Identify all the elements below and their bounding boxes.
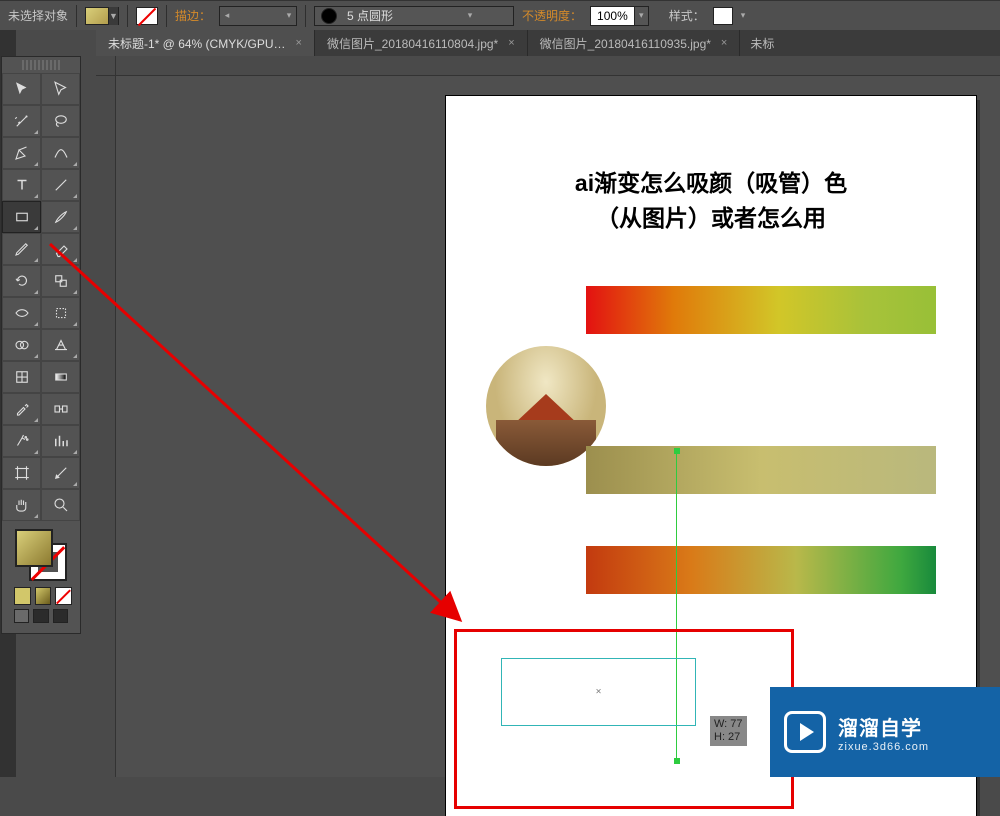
screen-mode-full[interactable]	[33, 609, 48, 623]
style-swatch[interactable]	[713, 7, 733, 25]
width-tool[interactable]	[2, 297, 41, 329]
column-graph-tool[interactable]	[41, 425, 80, 457]
watermark-badge: 溜溜自学 zixue.3d66.com	[770, 687, 1000, 777]
center-mark-icon: ×	[596, 687, 602, 698]
pencil-tool[interactable]	[2, 233, 41, 265]
measurement-tooltip: W: 77 H: 27	[710, 716, 747, 746]
brush-combo[interactable]: ▾	[314, 6, 514, 26]
gradient-sample-1[interactable]	[586, 286, 936, 334]
selection-state-label: 未选择对象	[8, 7, 68, 24]
magic-wand-tool[interactable]	[2, 105, 41, 137]
screen-mode-presentation[interactable]	[53, 609, 68, 623]
tab-untitled-1[interactable]: 未标题-1* @ 64% (CMYK/GPU… ×	[96, 30, 315, 56]
scale-tool[interactable]	[41, 265, 80, 297]
color-mode-gradient[interactable]	[35, 587, 52, 605]
eyedropper-tool[interactable]	[2, 393, 41, 425]
options-bar: 未选择对象 ▼ 描边： ◂ ▾ ▾ 不透明度： 100% ▾ 样式： ▾	[0, 0, 1000, 30]
stroke-label: 描边：	[175, 7, 211, 24]
fill-swatch[interactable]: ▼	[85, 7, 119, 25]
type-tool[interactable]	[2, 169, 41, 201]
opacity-value: 100%	[591, 9, 634, 23]
perspective-tool[interactable]	[41, 329, 80, 361]
close-icon[interactable]: ×	[721, 37, 727, 49]
opacity-label: 不透明度：	[522, 7, 582, 24]
gradient-tool[interactable]	[41, 361, 80, 393]
stroke-weight-combo[interactable]: ◂ ▾	[219, 6, 297, 26]
color-mode-solid[interactable]	[14, 587, 31, 605]
caret-down-icon[interactable]: ▾	[463, 7, 477, 25]
caret-down-icon[interactable]: ▾	[741, 10, 746, 21]
mesh-tool[interactable]	[2, 361, 41, 393]
eraser-tool[interactable]	[41, 233, 80, 265]
close-icon[interactable]: ×	[296, 37, 302, 49]
ruler-horizontal[interactable]	[116, 56, 1000, 76]
separator	[166, 5, 167, 27]
artboard-tool[interactable]	[2, 457, 41, 489]
color-mode-none[interactable]	[55, 587, 72, 605]
document-tabs-bar: 未标题-1* @ 64% (CMYK/GPU… × 微信图片_201804161…	[96, 30, 1000, 56]
close-icon[interactable]: ×	[508, 37, 514, 49]
panel-grip[interactable]	[22, 60, 60, 70]
shape-builder-tool[interactable]	[2, 329, 41, 361]
tab-label: 微信图片_20180416110804.jpg*	[327, 35, 498, 52]
blend-tool[interactable]	[41, 393, 80, 425]
lasso-tool[interactable]	[41, 105, 80, 137]
separator	[305, 5, 306, 27]
stroke-none-swatch[interactable]	[136, 7, 158, 25]
ruler-origin[interactable]	[96, 56, 116, 76]
rectangle-tool[interactable]	[2, 201, 41, 233]
color-controls	[2, 521, 80, 633]
opacity-combo[interactable]: 100% ▾	[590, 6, 649, 26]
style-label: 样式：	[669, 7, 705, 24]
brush-value-input[interactable]	[343, 9, 463, 23]
hand-tool[interactable]	[2, 489, 41, 521]
symbol-sprayer-tool[interactable]	[2, 425, 41, 457]
brush-dot-icon	[321, 8, 337, 24]
fill-color-box[interactable]	[15, 529, 53, 567]
gradient-sample-3[interactable]	[586, 546, 936, 594]
slice-tool[interactable]	[41, 457, 80, 489]
watermark-url: zixue.3d66.com	[838, 741, 929, 753]
tab-image-2[interactable]: 微信图片_20180416110935.jpg* ×	[528, 30, 741, 56]
stroke-weight-input[interactable]	[234, 9, 282, 23]
separator	[76, 5, 77, 27]
rotate-tool[interactable]	[2, 265, 41, 297]
fill-stroke-indicator[interactable]	[15, 529, 67, 581]
watermark-title: 溜溜自学	[838, 712, 929, 741]
tab-image-1[interactable]: 微信图片_20180416110804.jpg* ×	[315, 30, 528, 56]
direct-selection-tool[interactable]	[41, 73, 80, 105]
stepper-icon[interactable]: ◂	[220, 7, 234, 25]
paintbrush-tool[interactable]	[41, 201, 80, 233]
building-wall-shape	[496, 420, 596, 466]
caret-down-icon[interactable]: ▾	[282, 7, 296, 25]
artwork-title-text: ai渐变怎么吸颜（吸管）色 （从图片）或者怎么用	[486, 166, 936, 235]
drawing-rectangle[interactable]: ×	[501, 658, 696, 726]
curvature-tool[interactable]	[41, 137, 80, 169]
line-tool[interactable]	[41, 169, 80, 201]
tool-grid	[2, 73, 80, 521]
caret-down-icon[interactable]: ▾	[634, 7, 648, 25]
play-icon	[784, 711, 826, 753]
canvas-area[interactable]: ai渐变怎么吸颜（吸管）色 （从图片）或者怎么用 × W: 77 H: 27	[96, 56, 1000, 777]
tools-panel	[1, 56, 81, 634]
free-transform-tool[interactable]	[41, 297, 80, 329]
separator	[127, 5, 128, 27]
tabs-overflow: 未标	[740, 30, 1000, 56]
selection-tool[interactable]	[2, 73, 41, 105]
screen-mode-normal[interactable]	[14, 609, 29, 623]
tab-label: 微信图片_20180416110935.jpg*	[540, 35, 711, 52]
pen-tool[interactable]	[2, 137, 41, 169]
tab-label: 未标题-1* @ 64% (CMYK/GPU…	[108, 35, 286, 52]
ruler-vertical[interactable]	[96, 76, 116, 777]
gradient-sample-2[interactable]	[586, 446, 936, 494]
caret-down-icon[interactable]: ▼	[108, 7, 118, 25]
zoom-tool[interactable]	[41, 489, 80, 521]
